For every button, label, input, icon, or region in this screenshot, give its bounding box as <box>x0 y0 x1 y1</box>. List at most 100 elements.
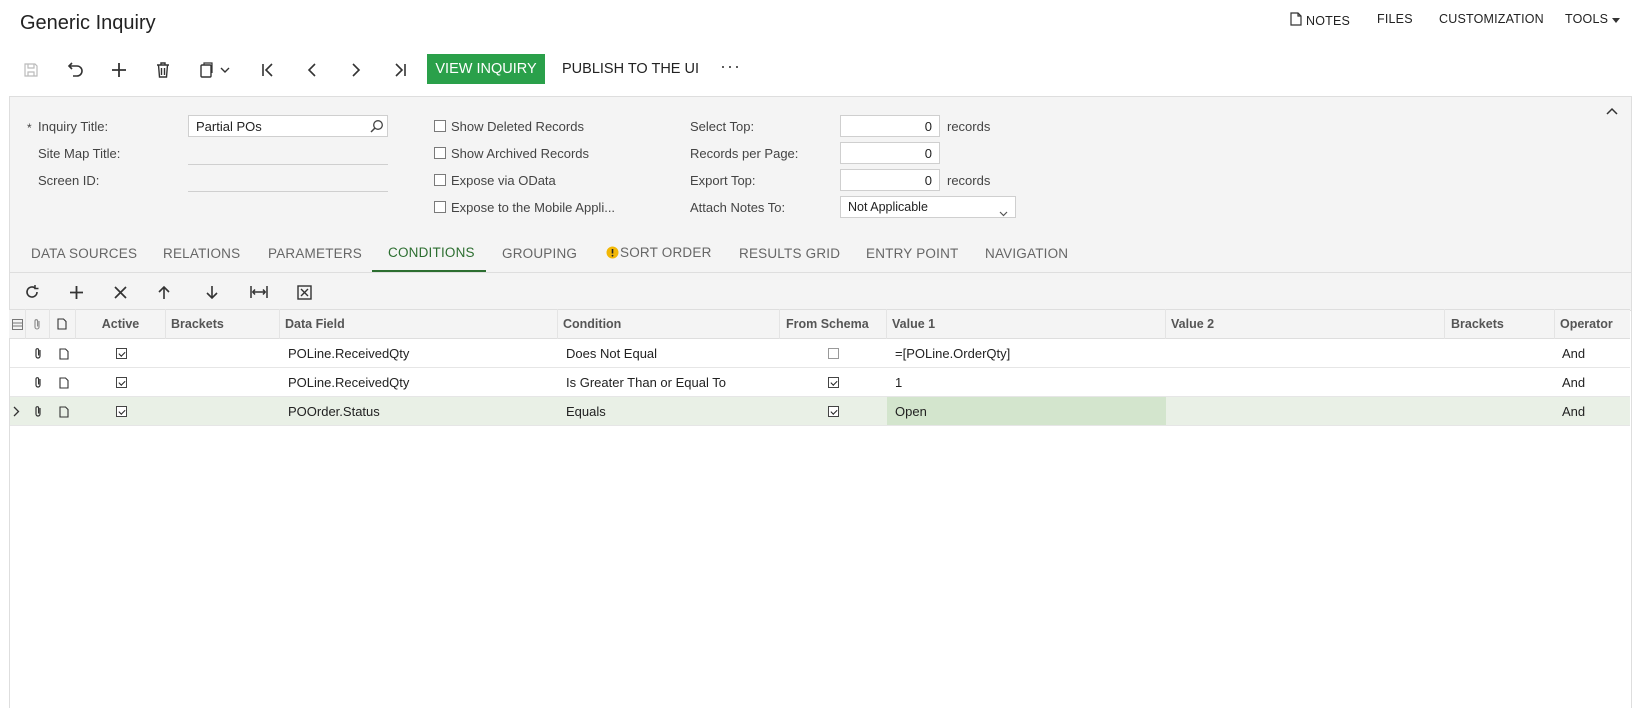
notes-column-icon <box>50 309 76 339</box>
operator-cell[interactable]: And <box>1562 368 1585 397</box>
header-data-field[interactable]: Data Field <box>280 309 558 339</box>
condition-cell[interactable]: Is Greater Than or Equal To <box>566 368 726 397</box>
attachment-icon[interactable] <box>33 397 43 426</box>
customization-menu[interactable]: CUSTOMIZATION <box>1439 12 1544 26</box>
data-field-cell[interactable]: POLine.ReceivedQty <box>288 368 409 397</box>
move-down-icon[interactable] <box>201 281 223 303</box>
from-schema-checkbox[interactable] <box>828 339 839 368</box>
screen-id-input[interactable] <box>188 191 388 192</box>
export-excel-icon[interactable] <box>293 281 315 303</box>
header-operator[interactable]: Operator <box>1555 309 1630 339</box>
next-record-icon[interactable] <box>342 56 370 84</box>
search-icon[interactable] <box>370 119 384 138</box>
expose-odata-label: Expose via OData <box>451 173 556 188</box>
tab-parameters[interactable]: PARAMETERS <box>268 246 362 261</box>
condition-cell[interactable]: Equals <box>566 397 606 426</box>
active-checkbox[interactable] <box>116 368 127 397</box>
attachment-icon[interactable] <box>33 339 43 368</box>
header-value2[interactable]: Value 2 <box>1166 309 1445 339</box>
previous-record-icon[interactable] <box>298 56 326 84</box>
export-top-input[interactable]: 0 <box>840 169 940 191</box>
note-icon <box>1290 12 1302 29</box>
more-actions-button[interactable]: ··· <box>720 56 741 77</box>
show-deleted-checkbox[interactable] <box>434 120 446 132</box>
active-checkbox[interactable] <box>116 339 127 368</box>
header-from-schema[interactable]: From Schema <box>780 309 887 339</box>
refresh-icon[interactable] <box>21 281 43 303</box>
data-field-cell[interactable]: POOrder.Status <box>288 397 380 426</box>
tab-data-sources[interactable]: DATA SOURCES <box>31 246 137 261</box>
header-brackets-open[interactable]: Brackets <box>166 309 280 339</box>
header-active[interactable]: Active <box>76 309 166 339</box>
data-field-cell[interactable]: POLine.ReceivedQty <box>288 339 409 368</box>
last-record-icon[interactable] <box>386 56 414 84</box>
site-map-title-input[interactable] <box>188 164 388 165</box>
tab-conditions[interactable]: CONDITIONS <box>388 245 475 260</box>
from-schema-checkbox[interactable] <box>828 368 839 397</box>
notes-menu[interactable]: NOTES <box>1290 12 1350 29</box>
attach-notes-label: Attach Notes To: <box>690 200 786 215</box>
tab-sort-order[interactable]: SORT ORDER <box>620 245 712 260</box>
table-row[interactable] <box>10 397 1630 426</box>
table-row[interactable] <box>10 368 1630 397</box>
delete-icon[interactable] <box>149 56 177 84</box>
expose-mobile-checkbox[interactable] <box>434 201 446 213</box>
inquiry-title-input[interactable]: Partial POs <box>188 115 388 137</box>
add-icon[interactable] <box>105 56 133 84</box>
attach-notes-select[interactable]: Not Applicable <box>840 196 1016 218</box>
attachment-column-icon <box>26 309 50 339</box>
show-archived-checkbox[interactable] <box>434 147 446 159</box>
chevron-down-icon[interactable] <box>217 56 233 84</box>
row-note-icon[interactable] <box>59 368 69 397</box>
from-schema-checkbox[interactable] <box>828 397 839 426</box>
attachment-icon[interactable] <box>33 368 43 397</box>
tab-results-grid[interactable]: RESULTS GRID <box>739 246 840 261</box>
fit-columns-icon[interactable] <box>248 281 270 303</box>
table-row[interactable] <box>10 339 1630 368</box>
select-top-label: Select Top: <box>690 119 755 134</box>
save-icon[interactable] <box>17 56 45 84</box>
publish-to-ui-button[interactable]: PUBLISH TO THE UI <box>562 54 699 84</box>
delete-row-icon[interactable] <box>109 281 131 303</box>
value1-cell[interactable]: =[POLine.OrderQty] <box>895 339 1010 368</box>
tools-menu[interactable]: TOOLS <box>1565 12 1621 26</box>
inquiry-title-label: Inquiry Title: <box>38 119 109 134</box>
first-record-icon[interactable] <box>254 56 282 84</box>
undo-icon[interactable] <box>61 56 89 84</box>
row-note-icon[interactable] <box>59 397 69 426</box>
header-brackets-close[interactable]: Brackets <box>1445 309 1555 339</box>
view-inquiry-button[interactable]: VIEW INQUIRY <box>427 54 545 84</box>
value1-cell[interactable]: 1 <box>895 368 902 397</box>
row-indicator-chevron-icon <box>13 397 20 426</box>
attach-notes-value: Not Applicable <box>848 200 928 214</box>
select-top-input[interactable]: 0 <box>840 115 940 137</box>
operator-cell[interactable]: And <box>1562 339 1585 368</box>
value1-cell[interactable]: Open <box>895 397 927 426</box>
warning-icon <box>606 246 619 264</box>
tab-grouping[interactable]: GROUPING <box>502 246 577 261</box>
expose-odata-checkbox[interactable] <box>434 174 446 186</box>
add-row-icon[interactable] <box>65 281 87 303</box>
tab-navigation[interactable]: NAVIGATION <box>985 246 1068 261</box>
caret-down-icon <box>1612 12 1621 26</box>
row-note-icon[interactable] <box>59 339 69 368</box>
notes-label: NOTES <box>1306 13 1351 28</box>
files-menu[interactable]: FILES <box>1377 12 1413 26</box>
value1-selected-bg <box>887 397 1166 425</box>
export-top-records-label: records <box>947 173 991 188</box>
collapse-chevron-icon[interactable] <box>1606 102 1618 120</box>
active-checkbox[interactable] <box>116 397 127 426</box>
move-up-icon[interactable] <box>153 281 175 303</box>
records-per-page-input[interactable]: 0 <box>840 142 940 164</box>
export-top-label: Export Top: <box>690 173 756 188</box>
tab-entry-point[interactable]: ENTRY POINT <box>866 246 958 261</box>
condition-cell[interactable]: Does Not Equal <box>566 339 657 368</box>
column-settings-icon[interactable] <box>10 309 26 339</box>
show-deleted-label: Show Deleted Records <box>451 119 584 134</box>
page-title: Generic Inquiry <box>20 12 156 34</box>
header-value1[interactable]: Value 1 <box>887 309 1166 339</box>
tab-relations[interactable]: RELATIONS <box>163 246 240 261</box>
header-condition[interactable]: Condition <box>558 309 780 339</box>
operator-cell[interactable]: And <box>1562 397 1585 426</box>
records-per-page-label: Records per Page: <box>690 146 799 161</box>
